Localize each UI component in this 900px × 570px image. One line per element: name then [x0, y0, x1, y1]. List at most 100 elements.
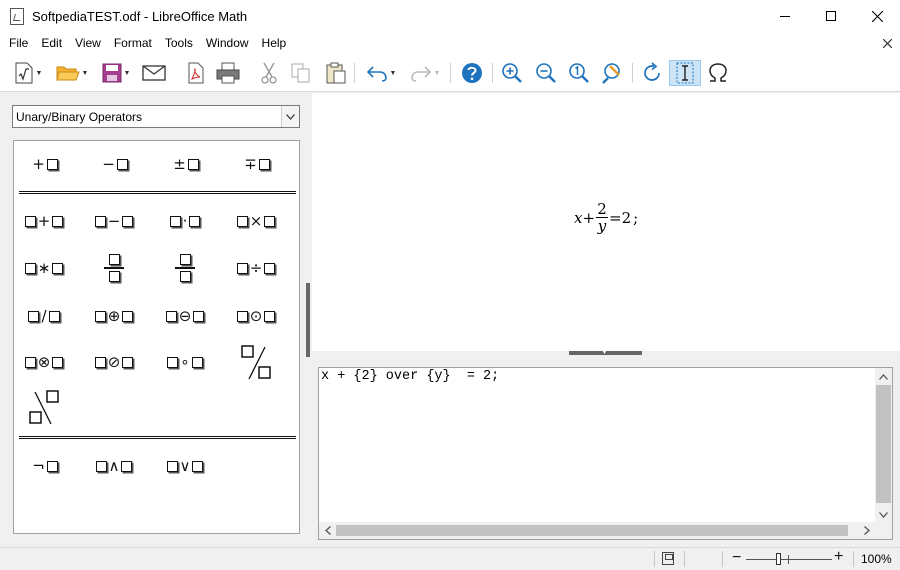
undo-button[interactable]: ▼ — [360, 60, 402, 86]
update-icon — [644, 62, 660, 81]
element-operator[interactable]: ⊙ — [226, 301, 286, 331]
element-operator[interactable]: ⊘ — [84, 347, 144, 377]
zoom-slider[interactable] — [746, 559, 832, 560]
element-operator[interactable]: − — [84, 206, 144, 236]
save-button[interactable]: ▼ — [96, 60, 136, 86]
close-icon — [871, 10, 883, 22]
close-window-button[interactable] — [854, 0, 900, 32]
zoom-in-icon[interactable]: + — [834, 548, 843, 566]
open-folder-icon — [55, 66, 80, 81]
operator-symbol: ∗ — [37, 259, 51, 277]
element-operator[interactable]: ⊕ — [84, 301, 144, 331]
maximize-button[interactable] — [808, 0, 854, 32]
element-operator[interactable]: ∧ — [84, 451, 144, 481]
element-operator[interactable] — [155, 248, 215, 288]
element-operator[interactable]: ∨ — [155, 451, 215, 481]
document-modified-icon[interactable] — [662, 552, 674, 565]
standard-toolbar: ▼ ▼ ▼ ▼ ▼ — [0, 54, 900, 92]
element-operator[interactable]: ∓ — [226, 149, 286, 179]
element-operator[interactable]: ⊖ — [155, 301, 215, 331]
zoom-out-icon[interactable]: − — [732, 549, 741, 567]
zoom-in-button[interactable] — [498, 60, 526, 86]
menu-help[interactable]: Help — [255, 36, 293, 50]
formula-command-editor[interactable]: x + {2} over {y} = 2; — [318, 367, 893, 540]
print-button[interactable] — [214, 60, 242, 86]
operator-symbol: ∨ — [179, 457, 191, 475]
show-all-button[interactable] — [598, 60, 626, 86]
help-button[interactable] — [458, 60, 486, 86]
formula-command-text[interactable]: x + {2} over {y} = 2; — [321, 369, 499, 384]
close-document-button[interactable] — [882, 35, 893, 51]
scroll-down-icon[interactable] — [875, 506, 892, 523]
redo-icon — [410, 66, 431, 82]
placeholder-box-icon — [24, 262, 36, 274]
collapse-arrow-icon[interactable]: ▼ — [601, 349, 608, 356]
placeholder-box-icon — [122, 310, 134, 322]
element-operator[interactable]: ± — [155, 149, 215, 179]
placeholder-box-icon — [116, 158, 128, 170]
zoom-100-button[interactable] — [565, 60, 593, 86]
export-pdf-button[interactable] — [182, 60, 210, 86]
placeholder-box-icon — [108, 270, 120, 282]
save-icon — [102, 63, 122, 83]
element-operator[interactable] — [14, 388, 74, 428]
splitter-grip[interactable] — [306, 283, 310, 357]
redo-button[interactable]: ▼ — [404, 60, 446, 86]
operator-symbol: ∧ — [108, 457, 120, 475]
zoom-out-button[interactable] — [532, 60, 560, 86]
formula-cursor-button[interactable] — [669, 60, 701, 86]
email-button[interactable] — [140, 60, 168, 86]
scroll-left-icon[interactable] — [319, 522, 336, 539]
menu-tools[interactable]: Tools — [158, 36, 199, 50]
symbols-button[interactable] — [704, 60, 732, 86]
element-operator[interactable] — [84, 248, 144, 288]
menu-edit[interactable]: Edit — [34, 36, 68, 50]
element-operator[interactable]: ∗ — [14, 253, 74, 283]
element-operator[interactable]: · — [155, 206, 215, 236]
copy-button[interactable] — [288, 60, 314, 86]
paste-button[interactable] — [322, 60, 350, 86]
element-operator[interactable] — [226, 343, 286, 383]
element-category-select[interactable]: Unary/Binary Operators — [12, 105, 300, 128]
show-all-icon — [602, 63, 620, 84]
chevron-down-icon[interactable] — [281, 106, 299, 127]
element-operator[interactable]: / — [14, 301, 74, 331]
scroll-right-icon[interactable] — [858, 522, 875, 539]
minimize-button[interactable] — [762, 0, 808, 32]
statusbar-separator — [853, 551, 854, 567]
new-formula-button[interactable]: ▼ — [8, 60, 48, 86]
operator-symbol: − — [102, 155, 115, 173]
vertical-scroll-thumb[interactable] — [876, 385, 891, 503]
editor-vertical-scrollbar[interactable] — [875, 368, 892, 523]
update-button[interactable] — [638, 60, 666, 86]
element-operator[interactable]: − — [84, 149, 144, 179]
toolbar-separator — [354, 63, 355, 83]
element-operator[interactable]: ¬ — [14, 451, 74, 481]
operator-symbol: + — [37, 212, 51, 230]
placeholder-box-icon — [258, 158, 270, 170]
placeholder-box-icon — [192, 460, 204, 472]
menu-format[interactable]: Format — [107, 36, 158, 50]
editor-horizontal-scrollbar[interactable] — [319, 522, 875, 539]
menu-view[interactable]: View — [68, 36, 107, 50]
horizontal-scroll-thumb[interactable] — [336, 525, 848, 536]
menu-window[interactable]: Window — [199, 36, 255, 50]
element-operator[interactable]: ÷ — [226, 253, 286, 283]
menu-file[interactable]: File — [0, 36, 34, 50]
zoom-level[interactable]: 100% — [861, 552, 892, 566]
open-button[interactable]: ▼ — [52, 60, 92, 86]
zoom-slider-thumb[interactable] — [776, 553, 781, 565]
minimize-icon — [780, 15, 790, 17]
element-operator[interactable]: + — [14, 149, 74, 179]
element-operator[interactable]: ⊗ — [14, 347, 74, 377]
formula-preview[interactable]: x + 2 y = 2 ; — [312, 93, 900, 351]
statusbar-separator — [654, 551, 655, 567]
editor-splitter[interactable]: ▼ — [312, 349, 900, 367]
dropdown-arrow-icon: ▼ — [389, 69, 397, 77]
cut-button[interactable] — [256, 60, 282, 86]
placeholder-box-icon — [187, 158, 199, 170]
element-operator[interactable]: × — [226, 206, 286, 236]
element-operator[interactable]: + — [14, 206, 74, 236]
scroll-up-icon[interactable] — [875, 368, 892, 385]
element-operator[interactable]: ∘ — [155, 347, 215, 377]
